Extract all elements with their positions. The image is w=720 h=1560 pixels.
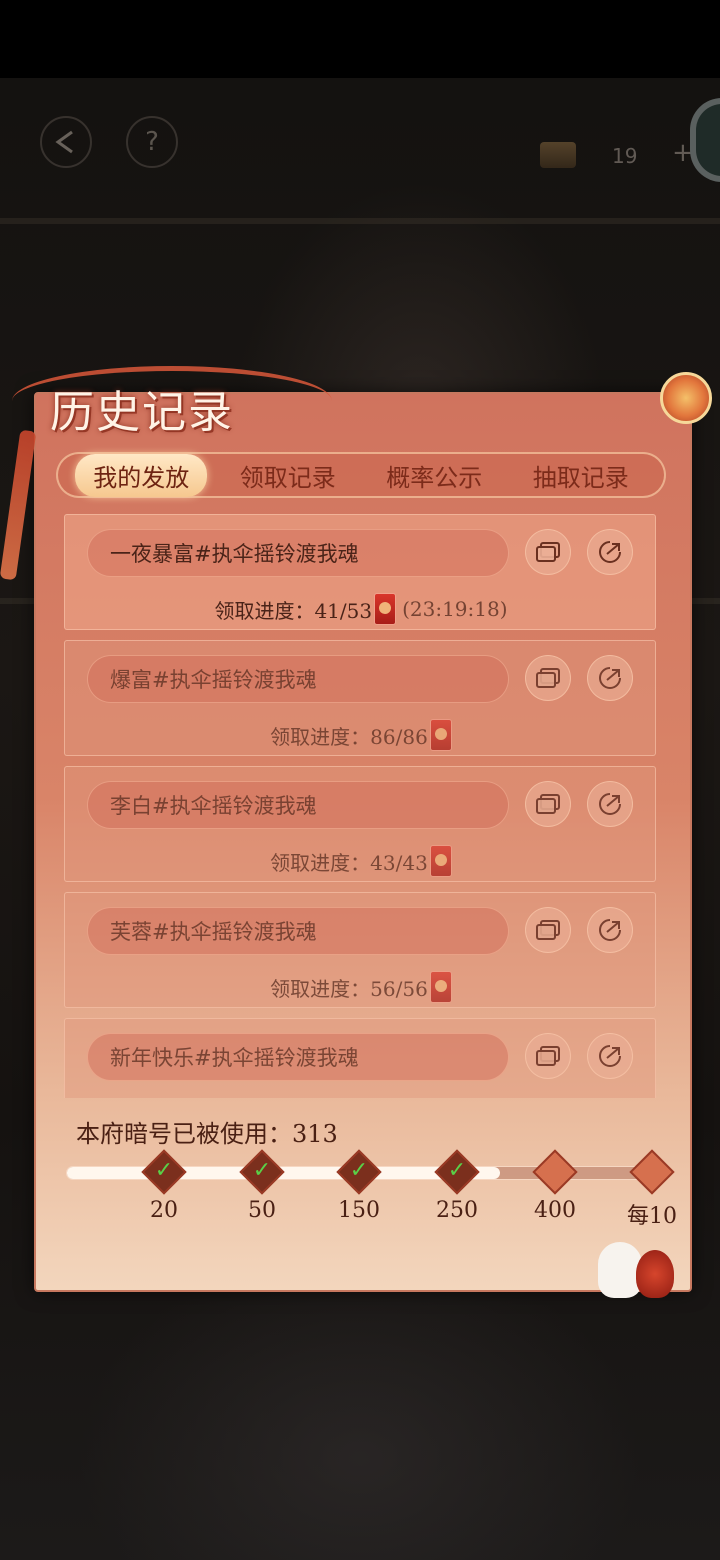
milestone-label: 每10 bbox=[627, 1204, 677, 1229]
record-name: 爆富#执伞摇铃渡我魂 bbox=[87, 655, 509, 703]
back-button[interactable] bbox=[40, 116, 92, 168]
code-usage-count: 本府暗号已被使用：313 bbox=[76, 1120, 338, 1148]
record-name: 芙蓉#执伞摇铃渡我魂 bbox=[87, 907, 509, 955]
copy-button[interactable] bbox=[525, 529, 571, 575]
record-name: 李白#执伞摇铃渡我魂 bbox=[87, 781, 509, 829]
copy-button[interactable] bbox=[525, 781, 571, 827]
list-item: 芙蓉#执伞摇铃渡我魂 领取进度：56/56 bbox=[64, 892, 656, 1008]
share-icon bbox=[599, 793, 621, 815]
check-icon: ✓ bbox=[349, 1158, 369, 1183]
tab-probability[interactable]: 概率公示 bbox=[368, 454, 500, 497]
progress-label: 领取进度：56/56 bbox=[270, 976, 428, 1001]
milestone-label: 50 bbox=[248, 1198, 276, 1223]
back-arrow-icon bbox=[55, 130, 73, 154]
chest-icon bbox=[540, 142, 576, 168]
copy-icon bbox=[536, 1046, 560, 1066]
help-label: ? bbox=[145, 127, 159, 157]
share-icon bbox=[599, 1045, 621, 1067]
progress-label: 领取进度：86/86 bbox=[270, 724, 428, 749]
claim-progress: 领取进度：41/53 (23:19:18) bbox=[65, 593, 656, 625]
record-name: 新年快乐#执伞摇铃渡我魂 bbox=[87, 1033, 509, 1081]
red-envelope-icon bbox=[429, 719, 452, 751]
tab-my-distribution[interactable]: 我的发放 bbox=[75, 453, 208, 497]
copy-button[interactable] bbox=[525, 907, 571, 953]
status-bar bbox=[0, 0, 720, 78]
progress-label: 领取进度：41/53 bbox=[214, 598, 373, 623]
ceiling-beam bbox=[0, 218, 720, 224]
check-icon: ✓ bbox=[447, 1158, 467, 1183]
help-button[interactable]: ? bbox=[126, 116, 178, 168]
red-envelope-icon bbox=[374, 593, 397, 625]
red-envelope-icon bbox=[429, 845, 452, 877]
claim-progress: 领取进度：43/43 bbox=[65, 845, 656, 877]
share-button[interactable] bbox=[587, 529, 633, 575]
copy-icon bbox=[536, 794, 560, 814]
list-item: 一夜暴富#执伞摇铃渡我魂 领取进度：41/53 (23:19:18) bbox=[64, 514, 656, 630]
lucky-bag-icon[interactable] bbox=[636, 1250, 674, 1298]
list-item: 新年快乐#执伞摇铃渡我魂 bbox=[64, 1018, 656, 1098]
share-button[interactable] bbox=[587, 907, 633, 953]
check-icon: ✓ bbox=[154, 1158, 174, 1183]
share-icon bbox=[599, 919, 621, 941]
red-envelope-icon bbox=[429, 971, 452, 1003]
list-item: 爆富#执伞摇铃渡我魂 领取进度：86/86 bbox=[64, 640, 656, 756]
list-item: 李白#执伞摇铃渡我魂 领取进度：43/43 bbox=[64, 766, 656, 882]
close-button[interactable] bbox=[660, 372, 712, 424]
share-icon bbox=[599, 541, 621, 563]
share-button[interactable] bbox=[587, 781, 633, 827]
coin-count: 19 bbox=[612, 144, 638, 168]
tab-bar: 我的发放 领取记录 概率公示 抽取记录 bbox=[56, 452, 666, 498]
check-icon: ✓ bbox=[252, 1158, 272, 1183]
milestone-label: 250 bbox=[436, 1198, 478, 1223]
record-name: 一夜暴富#执伞摇铃渡我魂 bbox=[87, 529, 509, 577]
progress-label: 领取进度：43/43 bbox=[270, 850, 428, 875]
share-icon bbox=[599, 667, 621, 689]
copy-icon bbox=[536, 542, 560, 562]
countdown-timer: (23:19:18) bbox=[402, 597, 508, 621]
milestone-label: 400 bbox=[534, 1198, 576, 1223]
tab-draw-records[interactable]: 抽取记录 bbox=[515, 454, 647, 497]
milestone-label: 20 bbox=[150, 1198, 178, 1223]
record-list[interactable]: 一夜暴富#执伞摇铃渡我魂 领取进度：41/53 (23:19:18) 爆富#执伞… bbox=[64, 514, 656, 1098]
share-button[interactable] bbox=[587, 655, 633, 701]
copy-icon bbox=[536, 668, 560, 688]
panel-title: 历史记录 bbox=[50, 387, 234, 438]
tab-claim-records[interactable]: 领取记录 bbox=[222, 454, 354, 497]
claim-progress: 领取进度：86/86 bbox=[65, 719, 656, 751]
copy-icon bbox=[536, 920, 560, 940]
copy-button[interactable] bbox=[525, 1033, 571, 1079]
share-button[interactable] bbox=[587, 1033, 633, 1079]
milestone-label: 150 bbox=[338, 1198, 380, 1223]
copy-button[interactable] bbox=[525, 655, 571, 701]
claim-progress: 领取进度：56/56 bbox=[65, 971, 656, 1003]
